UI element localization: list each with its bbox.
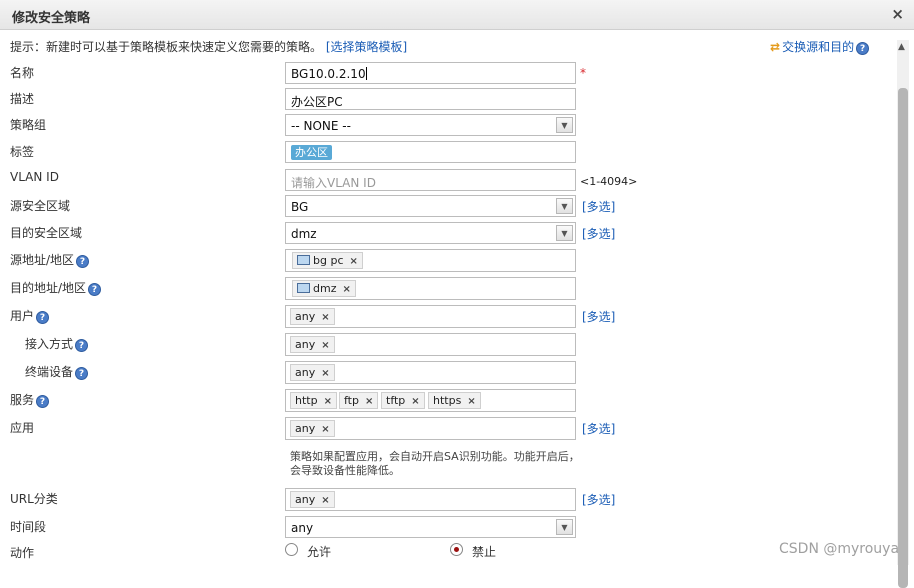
src-addr-input[interactable]: bg pc × [285,249,576,272]
chevron-down-icon[interactable]: ▼ [556,198,573,214]
permit-radio[interactable] [285,543,298,556]
application-chip: any × [290,420,335,437]
action-label: 动作 [10,546,35,560]
address-chip: bg pc × [292,252,363,269]
url-category-chip: any × [290,491,335,508]
src-zone-multi-link[interactable]: [多选] [582,198,615,215]
address-chip: dmz × [292,280,356,297]
remove-icon[interactable]: × [342,284,350,295]
time-range-label: 时间段 [10,520,47,534]
description-input[interactable]: 办公区PC [285,88,576,110]
chevron-down-icon[interactable]: ▼ [556,519,573,535]
help-icon[interactable]: ? [75,367,89,380]
application-multi-link[interactable]: [多选] [582,420,615,437]
remove-icon[interactable]: × [321,424,329,435]
monitor-icon [297,283,310,293]
name-input[interactable]: BG10.0.2.10 [285,62,576,84]
vertical-scrollbar[interactable]: ▲ [897,40,909,588]
tag-label: 标签 [10,145,35,159]
service-chip: http × [290,392,337,409]
remove-icon[interactable]: × [321,340,329,351]
remove-icon[interactable]: × [324,396,332,407]
src-zone-label: 源安全区域 [10,199,71,213]
name-label: 名称 [10,66,35,80]
dst-zone-label: 目的安全区域 [10,226,83,240]
remove-icon[interactable]: × [365,396,373,407]
help-icon[interactable]: ? [36,311,50,324]
swap-arrows-icon: ⇄ [770,40,781,54]
service-input[interactable]: http × ftp × tftp × https × [285,389,576,412]
vlan-range-hint: <1-4094> [580,175,638,188]
text-cursor [365,67,367,80]
remove-icon[interactable]: × [411,396,419,407]
application-label: 应用 [10,421,35,435]
scrollbar-thumb[interactable] [898,88,908,588]
url-category-label: URL分类 [10,492,58,506]
remove-icon[interactable]: × [321,312,329,323]
access-mode-chip: any × [290,336,335,353]
chevron-down-icon[interactable]: ▼ [556,117,573,133]
deny-label: 禁止 [472,545,497,559]
close-icon[interactable]: × [891,5,904,23]
dst-addr-label: 目的地址/地区? [10,279,102,296]
remove-icon[interactable]: × [321,368,329,379]
hint-text: 提示：新建时可以基于策略模板来快速定义您需要的策略。 [选择策略模板] [10,40,408,54]
application-note: 策略如果配置应用，会自动开启SA识别功能。功能开启后，会导致设备性能降低。 [290,450,580,477]
help-icon[interactable]: ? [856,42,870,55]
scroll-up-icon[interactable]: ▲ [898,42,905,52]
help-icon[interactable]: ? [75,339,89,352]
deny-radio[interactable] [450,543,463,556]
terminal-label: 终端设备? [25,363,89,380]
swap-src-dst-link[interactable]: ⇄ 交换源和目的? [770,38,870,55]
service-chip: ftp × [339,392,379,409]
monitor-icon [297,255,310,265]
dst-addr-input[interactable]: dmz × [285,277,576,300]
select-template-link[interactable]: [选择策略模板] [326,40,407,54]
dialog-title: 修改安全策略 [12,11,91,26]
user-input[interactable]: any × [285,305,576,328]
chevron-down-icon[interactable]: ▼ [556,225,573,241]
dst-zone-select[interactable]: dmz ▼ [285,222,576,244]
url-category-input[interactable]: any × [285,488,576,511]
dialog-titlebar: 修改安全策略 × [0,0,914,30]
application-input[interactable]: any × [285,417,576,440]
required-mark: * [580,66,586,80]
policy-group-label: 策略组 [10,118,47,132]
remove-icon[interactable]: × [321,495,329,506]
policy-group-select[interactable]: -- NONE -- ▼ [285,114,576,136]
terminal-input[interactable]: any × [285,361,576,384]
remove-icon[interactable]: × [467,396,475,407]
permit-label: 允许 [307,545,332,559]
terminal-chip: any × [290,364,335,381]
vlan-label: VLAN ID [10,170,59,184]
vlan-input[interactable]: 请输入VLAN ID [285,169,576,191]
src-zone-select[interactable]: BG ▼ [285,195,576,217]
url-category-multi-link[interactable]: [多选] [582,491,615,508]
help-icon[interactable]: ? [88,283,102,296]
access-mode-label: 接入方式? [25,335,89,352]
access-mode-input[interactable]: any × [285,333,576,356]
tag-input[interactable]: 办公区 [285,141,576,163]
description-label: 描述 [10,92,35,106]
user-label: 用户? [10,307,50,324]
service-label: 服务? [10,391,50,408]
user-chip: any × [290,308,335,325]
help-icon[interactable]: ? [36,395,50,408]
service-chip: tftp × [381,392,425,409]
watermark: CSDN @myrouya [779,541,900,557]
user-multi-link[interactable]: [多选] [582,308,615,325]
dst-zone-multi-link[interactable]: [多选] [582,225,615,242]
time-range-select[interactable]: any ▼ [285,516,576,538]
help-icon[interactable]: ? [76,255,90,268]
tag-badge[interactable]: 办公区 [291,145,332,160]
src-addr-label: 源地址/地区? [10,251,90,268]
remove-icon[interactable]: × [350,256,358,267]
service-chip: https × [428,392,481,409]
